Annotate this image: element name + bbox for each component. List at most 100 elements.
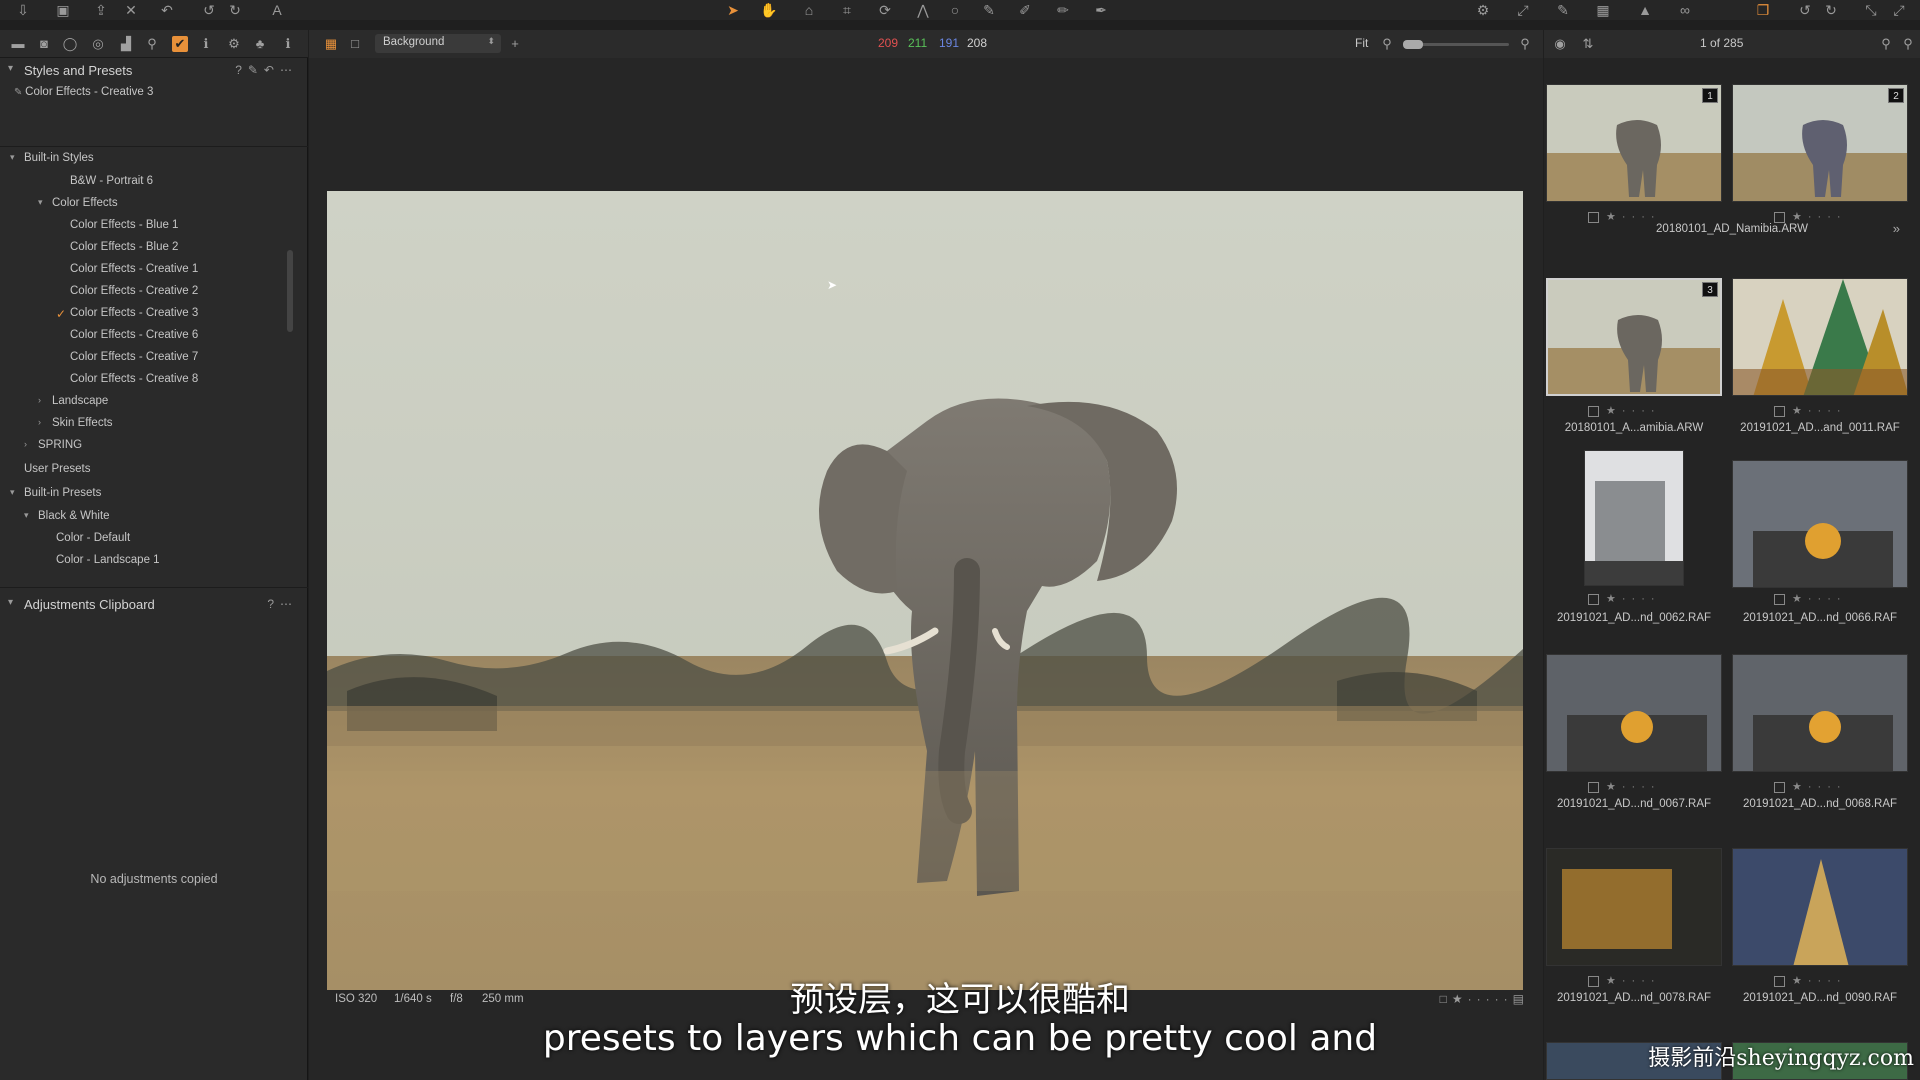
- rotate-left-icon[interactable]: ↺: [1796, 1, 1814, 19]
- grid-icon[interactable]: ▦: [1594, 1, 1612, 19]
- rating-stars[interactable]: ★····: [1606, 592, 1661, 605]
- export-icon[interactable]: ⇪: [92, 1, 110, 19]
- select-checkbox[interactable]: [1588, 212, 1599, 223]
- tree-item[interactable]: Color - Default: [56, 532, 130, 550]
- section-tools-icons[interactable]: ?⋯: [267, 597, 298, 611]
- zoom-icon[interactable]: ⚲: [1900, 36, 1916, 52]
- tree-item-built-in-presets[interactable]: ▾ Built-in Presets: [10, 487, 101, 505]
- rating-stars[interactable]: ★····: [1792, 780, 1847, 793]
- zoom-slider-handle[interactable]: [1403, 40, 1423, 49]
- tree-item[interactable]: Color Effects - Creative 8: [70, 373, 198, 391]
- tree-scrollbar[interactable]: [287, 250, 293, 332]
- warning-icon[interactable]: ▲: [1636, 1, 1654, 19]
- thumbnail[interactable]: 2 ★····: [1732, 84, 1908, 234]
- camera-icon[interactable]: ▣: [54, 1, 72, 19]
- batch-tab-icon[interactable]: ♣: [252, 36, 268, 52]
- metadata-tab-icon[interactable]: ℹ: [198, 36, 214, 52]
- glasses-icon[interactable]: ∞: [1676, 1, 1694, 19]
- tree-item-color-effects[interactable]: ▾ Color Effects: [38, 197, 118, 215]
- search-icon[interactable]: ⚲: [1878, 36, 1894, 52]
- thumbnail[interactable]: ★···· 20191021_AD...nd_0067.RAF: [1546, 654, 1722, 824]
- section-tools-icons[interactable]: ?✎↶⋯: [235, 63, 298, 77]
- tree-item-spring[interactable]: › SPRING: [24, 439, 82, 457]
- delete-icon[interactable]: ✕: [122, 1, 140, 19]
- tree-item[interactable]: Color Effects - Blue 2: [70, 241, 178, 259]
- select-checkbox[interactable]: [1774, 594, 1785, 605]
- select-cursor-icon[interactable]: ➤: [724, 1, 742, 19]
- thumbnail[interactable]: ★···· 20191021_AD...and_0011.RAF: [1732, 278, 1908, 448]
- picker-icon[interactable]: ✒: [1092, 1, 1110, 19]
- rating-stars[interactable]: ★····: [1606, 404, 1661, 417]
- apply-icon[interactable]: ⤢: [1890, 1, 1908, 19]
- crop-icon[interactable]: ⌗: [838, 1, 856, 19]
- gradient-icon[interactable]: ✏: [1054, 1, 1072, 19]
- single-view-icon[interactable]: □: [347, 36, 363, 52]
- zoom-in-icon[interactable]: ⚲: [1517, 36, 1533, 52]
- eraser-icon[interactable]: ✐: [1016, 1, 1034, 19]
- styles-presets-header[interactable]: ▾ Styles and Presets ?✎↶⋯: [0, 60, 308, 82]
- thumbnail[interactable]: ★···· 20191021_AD...nd_0066.RAF: [1732, 450, 1908, 624]
- expand-stack-icon[interactable]: »: [1893, 221, 1900, 236]
- color-tab-icon[interactable]: ◎: [90, 36, 106, 52]
- adjustments-clipboard-header[interactable]: ▾ Adjustments Clipboard ?⋯: [0, 594, 308, 616]
- select-checkbox[interactable]: [1774, 406, 1785, 417]
- tree-item-landscape[interactable]: › Landscape: [38, 395, 108, 413]
- settings-gear-icon[interactable]: ⚙: [1474, 1, 1492, 19]
- tree-item-built-in-styles[interactable]: ▾ Built-in Styles: [10, 152, 94, 170]
- keystone-icon[interactable]: ⋀: [914, 1, 932, 19]
- exposure-tab-icon[interactable]: ▟: [118, 36, 134, 52]
- rating-stars[interactable]: ★····: [1606, 780, 1661, 793]
- reset-icon[interactable]: ↶: [158, 1, 176, 19]
- rotate-icon[interactable]: ⟳: [876, 1, 894, 19]
- sort-icon[interactable]: ⇅: [1580, 36, 1596, 52]
- select-checkbox[interactable]: [1774, 782, 1785, 793]
- thumbnail[interactable]: 1 ★····: [1546, 84, 1722, 234]
- zoom-fit-label[interactable]: Fit: [1355, 36, 1368, 50]
- zoom-out-icon[interactable]: ⚲: [1379, 36, 1395, 52]
- select-checkbox[interactable]: [1588, 594, 1599, 605]
- adjustments-tab-icon[interactable]: ✔: [172, 36, 188, 52]
- rating-stars[interactable]: ★····: [1792, 210, 1847, 223]
- thumbnail-selected[interactable]: 3 ★···· 20180101_A...amibia.ARW: [1546, 278, 1722, 448]
- brush-icon[interactable]: ✎: [980, 1, 998, 19]
- tree-item[interactable]: Color - Landscape 1: [56, 554, 160, 572]
- select-checkbox[interactable]: [1774, 212, 1785, 223]
- tree-item-black-white[interactable]: ▾ Black & White: [24, 510, 110, 528]
- undo-icon[interactable]: ↺: [200, 1, 218, 19]
- tree-item[interactable]: Color Effects - Creative 1: [70, 263, 198, 281]
- rating-stars[interactable]: ★····: [1792, 404, 1847, 417]
- expand-icon[interactable]: ⤢: [1514, 1, 1532, 19]
- hand-tool-icon[interactable]: ✋: [760, 1, 778, 19]
- add-layer-icon[interactable]: +: [507, 36, 523, 52]
- tree-item-skin-effects[interactable]: › Skin Effects: [38, 417, 113, 435]
- tree-item[interactable]: Color Effects - Blue 1: [70, 219, 178, 237]
- info-tab-icon[interactable]: ℹ: [280, 36, 296, 52]
- tree-item[interactable]: Color Effects - Creative 2: [70, 285, 198, 303]
- tree-item-user-presets[interactable]: User Presets: [24, 463, 90, 481]
- details-tab-icon[interactable]: ⚲: [144, 36, 160, 52]
- layers-icon[interactable]: ❐: [1754, 1, 1772, 19]
- thumbnail[interactable]: ★···· 20191021_AD...nd_0062.RAF: [1546, 450, 1722, 624]
- tree-item[interactable]: Color Effects - Creative 6: [70, 329, 198, 347]
- capture-tab-icon[interactable]: ◙: [36, 36, 52, 52]
- main-photo[interactable]: [327, 191, 1523, 990]
- tree-item[interactable]: B&W - Portrait 6: [70, 175, 153, 193]
- thumbnail[interactable]: ★···· 20191021_AD...nd_0068.RAF: [1732, 654, 1908, 824]
- library-tab-icon[interactable]: ▬: [10, 36, 26, 52]
- rating-stars[interactable]: ★····: [1792, 592, 1847, 605]
- pick-icon[interactable]: ⤡: [1862, 1, 1880, 19]
- tree-item[interactable]: Color Effects - Creative 7: [70, 351, 198, 369]
- background-layer-select[interactable]: Background ⬍: [375, 34, 501, 53]
- select-checkbox[interactable]: [1588, 406, 1599, 417]
- output-tab-icon[interactable]: ⚙: [226, 36, 242, 52]
- lens-tab-icon[interactable]: ◯: [62, 36, 78, 52]
- tree-item-selected[interactable]: ✓ Color Effects - Creative 3: [56, 307, 198, 325]
- select-checkbox[interactable]: [1588, 782, 1599, 793]
- rating-stars[interactable]: ★····: [1606, 210, 1661, 223]
- zoom-slider[interactable]: [1403, 40, 1509, 49]
- stamp-tool-icon[interactable]: ⌂: [800, 1, 818, 19]
- text-tool-icon[interactable]: A: [268, 1, 286, 19]
- eye-icon[interactable]: ◉: [1552, 36, 1568, 52]
- edit-icon[interactable]: ✎: [1554, 1, 1572, 19]
- rotate-right-icon[interactable]: ↻: [1822, 1, 1840, 19]
